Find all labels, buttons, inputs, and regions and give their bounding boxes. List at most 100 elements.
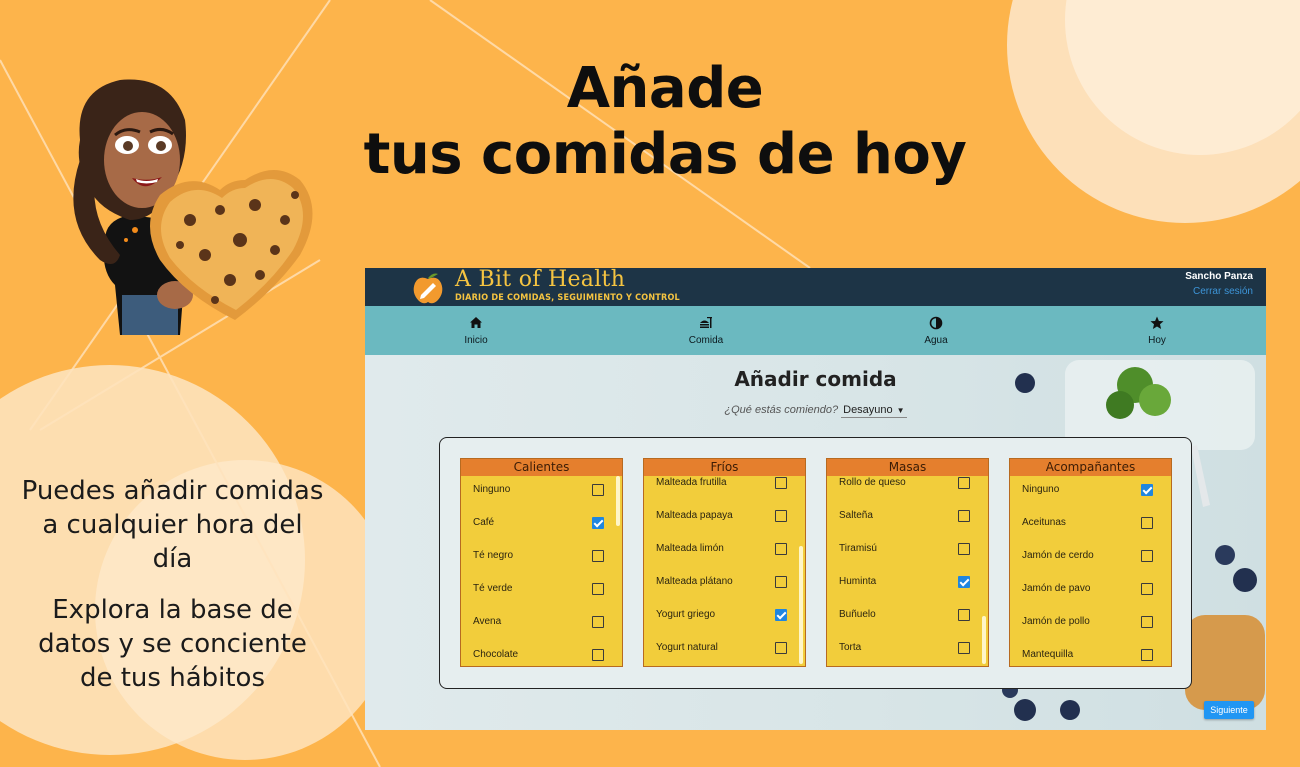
item-label: Jamón de pollo <box>1022 616 1090 627</box>
list-item[interactable]: Café <box>473 515 604 531</box>
checkbox[interactable] <box>1141 583 1153 595</box>
item-label: Huminta <box>839 576 877 587</box>
checkbox[interactable] <box>592 583 604 595</box>
list-item[interactable]: Ninguno <box>1022 482 1153 498</box>
list-item[interactable]: Chocolate <box>473 647 604 663</box>
list-item[interactable]: Salteña <box>839 508 970 524</box>
categories-panel: Calientes Ninguno Café Té negro Té verde… <box>439 437 1192 689</box>
checkbox[interactable] <box>958 510 970 522</box>
home-icon <box>470 317 482 328</box>
meal-question: ¿Qué estás comiendo? Desayuno ▼ <box>365 404 1266 418</box>
item-label: Rollo de queso <box>839 477 906 488</box>
water-icon <box>929 316 943 330</box>
list-item[interactable]: Malteada limón <box>656 541 787 557</box>
checkbox[interactable] <box>775 510 787 522</box>
checkbox[interactable] <box>775 642 787 654</box>
chevron-down-icon: ▼ <box>896 406 905 415</box>
item-label: Té negro <box>473 550 514 561</box>
logout-link[interactable]: Cerrar sesión <box>1193 286 1253 297</box>
list-item[interactable]: Buñuelo <box>839 607 970 623</box>
item-label: Malteada papaya <box>656 510 733 521</box>
category-header: Calientes <box>461 459 622 476</box>
checkbox[interactable] <box>1141 649 1153 661</box>
checkbox[interactable] <box>1141 616 1153 628</box>
headline-line2: tus comidas de hoy <box>363 122 967 187</box>
checkbox[interactable] <box>1141 550 1153 562</box>
list-item[interactable]: Avena <box>473 614 604 630</box>
checkbox[interactable] <box>1141 517 1153 529</box>
checkbox[interactable] <box>592 484 604 496</box>
list-item[interactable]: Huminta <box>839 574 970 590</box>
scrollbar-thumb[interactable] <box>616 476 620 526</box>
checkbox[interactable] <box>958 642 970 654</box>
nav-item-agua[interactable]: Agua <box>876 306 996 355</box>
scrollbar-thumb[interactable] <box>799 546 803 664</box>
app-navbar: Inicio Comida Agua Hoy <box>365 306 1266 355</box>
headline-line1: Añade <box>566 56 764 121</box>
list-item[interactable]: Jamón de pollo <box>1022 614 1153 630</box>
checkbox[interactable] <box>592 550 604 562</box>
list-item[interactable]: Yogurt griego <box>656 607 787 623</box>
nav-label-inicio: Inicio <box>464 335 488 346</box>
list-item[interactable]: Tiramisú <box>839 541 970 557</box>
list-item[interactable]: Rollo de queso <box>839 476 970 491</box>
checkbox[interactable] <box>775 543 787 555</box>
checkbox-checked[interactable] <box>1141 484 1153 496</box>
category-list[interactable]: Ninguno Aceitunas Jamón de cerdo Jamón d… <box>1010 476 1171 666</box>
category-header: Fríos <box>644 459 805 476</box>
list-item[interactable]: Jamón de cerdo <box>1022 548 1153 564</box>
brand-title: A Bit of Health <box>455 268 626 292</box>
item-label: Tiramisú <box>839 543 877 554</box>
item-label: Torta <box>839 642 862 653</box>
content-area: Añadir comida ¿Qué estás comiendo? Desayu… <box>365 355 1266 730</box>
scrollbar-thumb[interactable] <box>982 616 986 664</box>
checkbox[interactable] <box>592 616 604 628</box>
list-item[interactable]: Malteada papaya <box>656 508 787 524</box>
checkbox[interactable] <box>958 543 970 555</box>
nav-item-inicio[interactable]: Inicio <box>416 306 536 355</box>
list-item[interactable]: Torta <box>839 640 970 656</box>
item-label: Jamón de cerdo <box>1022 550 1094 561</box>
item-label: Ninguno <box>1022 484 1060 495</box>
item-label: Café <box>473 517 495 528</box>
item-label: Malteada plátano <box>656 576 733 587</box>
category-list[interactable]: Ninguno Café Té negro Té verde Avena Cho… <box>461 476 622 666</box>
item-label: Avena <box>473 616 502 627</box>
list-item[interactable]: Mantequilla <box>1022 647 1153 663</box>
item-label: Té verde <box>473 583 513 594</box>
list-item[interactable]: Té negro <box>473 548 604 564</box>
nav-item-comida[interactable]: Comida <box>646 306 766 355</box>
list-item[interactable]: Té verde <box>473 581 604 597</box>
meal-select[interactable]: Desayuno ▼ <box>841 404 907 418</box>
item-label: Yogurt griego <box>656 609 716 620</box>
side-text-explore: Explora la base de datos y se conciente … <box>38 595 307 693</box>
item-label: Buñuelo <box>839 609 876 620</box>
checkbox-checked[interactable] <box>775 609 787 621</box>
list-item[interactable]: Malteada frutilla <box>656 476 787 491</box>
user-name: Sancho Panza <box>1185 271 1253 282</box>
category-calientes: Calientes Ninguno Café Té negro Té verde… <box>460 458 623 667</box>
item-label: Aceitunas <box>1022 517 1066 528</box>
checkbox[interactable] <box>775 477 787 489</box>
list-item[interactable]: Jamón de pavo <box>1022 581 1153 597</box>
list-item[interactable]: Malteada plátano <box>656 574 787 590</box>
meal-select-value: Desayuno <box>843 404 893 416</box>
checkbox-checked[interactable] <box>958 576 970 588</box>
item-label: Yogurt natural <box>656 642 718 653</box>
brand-subtitle: DIARIO DE COMIDAS, SEGUIMIENTO Y CONTROL <box>455 293 680 303</box>
next-button[interactable]: Siguiente <box>1204 701 1254 719</box>
category-list[interactable]: Malteada frutilla Malteada papaya Maltea… <box>644 476 805 666</box>
category-list[interactable]: Rollo de queso Salteña Tiramisú Huminta … <box>827 476 988 666</box>
checkbox[interactable] <box>958 477 970 489</box>
page-title: Añadir comida <box>734 367 897 391</box>
checkbox-checked[interactable] <box>592 517 604 529</box>
checkbox[interactable] <box>592 649 604 661</box>
list-item[interactable]: Ninguno <box>473 482 604 498</box>
category-header: Acompañantes <box>1010 459 1171 476</box>
checkbox[interactable] <box>958 609 970 621</box>
nav-item-hoy[interactable]: Hoy <box>1097 306 1217 355</box>
list-item[interactable]: Aceitunas <box>1022 515 1153 531</box>
checkbox[interactable] <box>775 576 787 588</box>
item-label: Malteada frutilla <box>656 477 727 488</box>
list-item[interactable]: Yogurt natural <box>656 640 787 656</box>
